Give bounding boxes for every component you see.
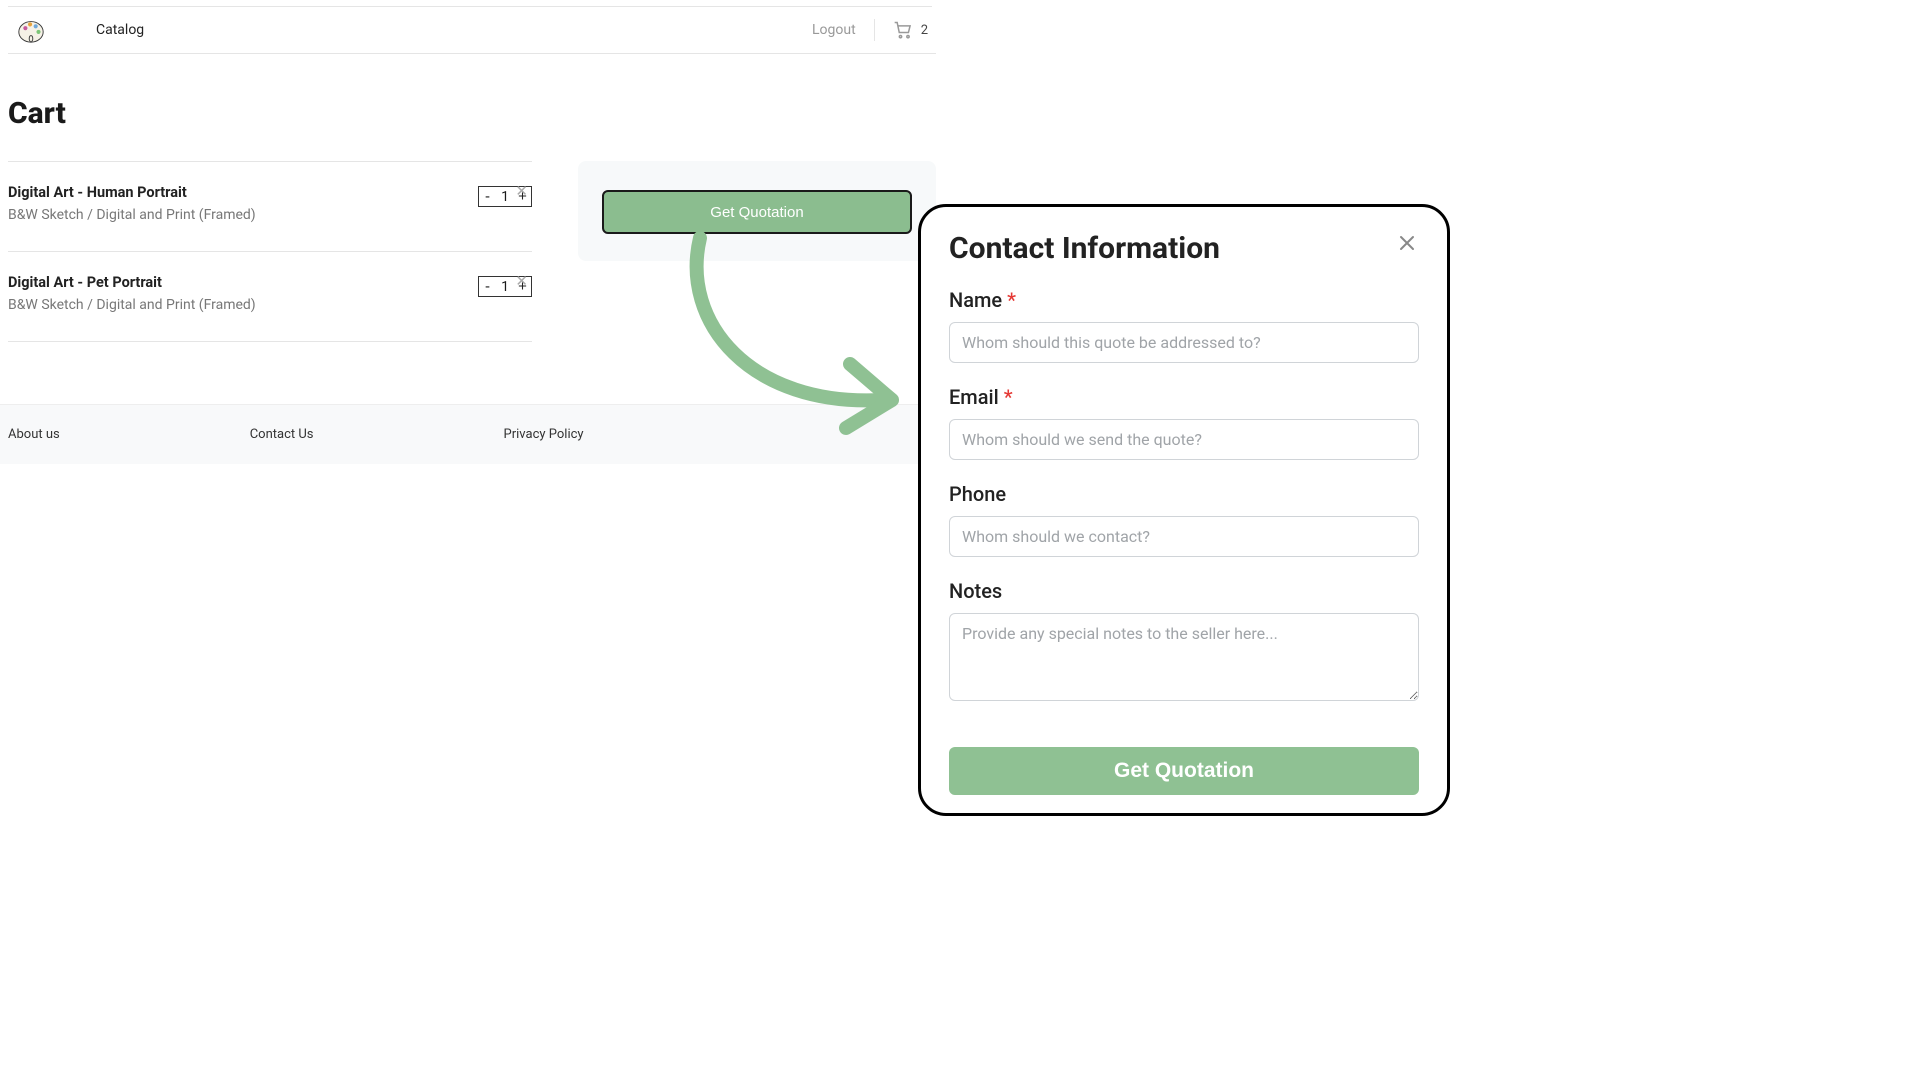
contact-modal: Contact Information Name * Email * Phone…: [918, 204, 1450, 816]
qty-value: 1: [496, 277, 514, 296]
footer-contact-link[interactable]: Contact Us: [250, 427, 314, 442]
get-quotation-button[interactable]: Get Quotation: [602, 190, 912, 234]
name-field: Name *: [949, 288, 1419, 363]
remove-item-button[interactable]: ✕: [515, 184, 528, 199]
summary-box: Get Quotation: [578, 161, 936, 261]
name-label: Name *: [949, 288, 1419, 312]
name-input[interactable]: [949, 322, 1419, 363]
item-title: Digital Art - Pet Portrait: [8, 274, 478, 291]
notes-label: Notes: [949, 579, 1419, 603]
cart-item: Digital Art - Human Portrait B&W Sketch …: [8, 162, 532, 252]
modal-close-button[interactable]: [1395, 231, 1419, 259]
item-title: Digital Art - Human Portrait: [8, 184, 478, 201]
phone-label: Phone: [949, 482, 1419, 506]
required-marker: *: [1004, 385, 1013, 409]
cart-list: Digital Art - Human Portrait B&W Sketch …: [8, 161, 532, 342]
cart-link[interactable]: 2: [893, 20, 928, 40]
phone-field: Phone: [949, 482, 1419, 557]
qty-decrease-button[interactable]: -: [479, 187, 496, 206]
item-info: Digital Art - Human Portrait B&W Sketch …: [8, 184, 478, 223]
logout-link[interactable]: Logout: [812, 22, 856, 38]
footer-privacy-link[interactable]: Privacy Policy: [504, 427, 584, 442]
notes-field: Notes: [949, 579, 1419, 705]
modal-header: Contact Information: [949, 231, 1419, 266]
cart-icon: [893, 20, 913, 40]
remove-item-button[interactable]: ✕: [515, 274, 528, 289]
close-icon: [1399, 236, 1415, 255]
page-title: Cart: [8, 96, 936, 131]
nav-separator: [874, 19, 875, 41]
navbar: Catalog Logout 2: [8, 7, 936, 54]
footer-about-link[interactable]: About us: [8, 427, 60, 442]
nav-catalog-link[interactable]: Catalog: [96, 22, 144, 38]
cart-item: Digital Art - Pet Portrait B&W Sketch / …: [8, 252, 532, 342]
modal-title: Contact Information: [949, 231, 1220, 266]
qty-decrease-button[interactable]: -: [479, 277, 496, 296]
phone-input[interactable]: [949, 516, 1419, 557]
cart-count: 2: [921, 23, 928, 38]
item-subtitle: B&W Sketch / Digital and Print (Framed): [8, 297, 478, 313]
nav-right: Logout 2: [812, 19, 928, 41]
submit-quotation-button[interactable]: Get Quotation: [949, 747, 1419, 795]
item-info: Digital Art - Pet Portrait B&W Sketch / …: [8, 274, 478, 313]
close-icon: ✕: [515, 182, 528, 200]
email-label: Email *: [949, 385, 1419, 409]
qty-value: 1: [496, 187, 514, 206]
page-shell: Catalog Logout 2 Cart Digit: [0, 0, 936, 464]
email-input[interactable]: [949, 419, 1419, 460]
close-icon: ✕: [515, 272, 528, 290]
required-marker: *: [1007, 288, 1016, 312]
app-logo[interactable]: [16, 15, 46, 45]
footer: About us Contact Us Privacy Policy: [0, 404, 936, 464]
email-field: Email *: [949, 385, 1419, 460]
notes-textarea[interactable]: [949, 613, 1419, 701]
cart-area: Digital Art - Human Portrait B&W Sketch …: [8, 161, 936, 342]
item-subtitle: B&W Sketch / Digital and Print (Framed): [8, 207, 478, 223]
